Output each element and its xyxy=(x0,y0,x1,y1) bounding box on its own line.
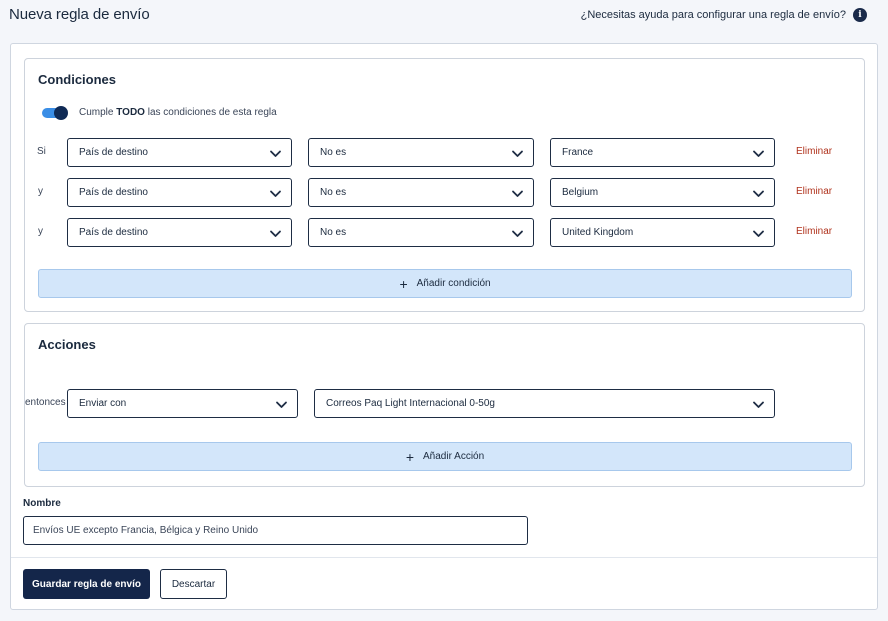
condition-row: y País de destino No es United Kingdom E… xyxy=(25,218,864,247)
discard-button[interactable]: Descartar xyxy=(160,569,227,599)
match-all-row: Cumple TODO las condiciones de esta regl… xyxy=(42,105,277,120)
condition-row: Si País de destino No es France Eliminar xyxy=(25,138,864,167)
condition-field-select[interactable]: País de destino xyxy=(67,218,292,247)
match-all-toggle[interactable] xyxy=(42,105,68,120)
chevron-down-icon xyxy=(753,150,764,157)
footer-divider xyxy=(11,557,877,558)
condition-connector: y xyxy=(38,226,43,237)
help-area: ¿Necesitas ayuda para configurar una reg… xyxy=(581,8,867,22)
add-action-label: Añadir Acción xyxy=(423,451,485,462)
chevron-down-icon xyxy=(276,401,287,408)
action-connector: entonces xyxy=(25,397,66,408)
chevron-down-icon xyxy=(753,401,764,408)
chevron-down-icon xyxy=(270,150,281,157)
condition-row: y País de destino No es Belgium Eliminar xyxy=(25,178,864,207)
delete-condition-link[interactable]: Eliminar xyxy=(796,146,832,157)
toggle-knob xyxy=(54,105,68,120)
condition-connector: Si xyxy=(37,146,46,157)
actions-section: Acciones entonces Enviar con Correos Paq… xyxy=(24,323,865,487)
condition-operator-select[interactable]: No es xyxy=(308,218,534,247)
condition-value-select[interactable]: Belgium xyxy=(550,178,775,207)
help-link[interactable]: ¿Necesitas ayuda para configurar una reg… xyxy=(581,9,846,21)
chevron-down-icon xyxy=(753,230,764,237)
match-all-label: Cumple TODO las condiciones de esta regl… xyxy=(79,107,277,118)
add-condition-label: Añadir condición xyxy=(416,278,491,289)
condition-connector: y xyxy=(38,186,43,197)
chevron-down-icon xyxy=(512,230,523,237)
page-title: Nueva regla de envío xyxy=(9,6,150,23)
condition-field-select[interactable]: País de destino xyxy=(67,178,292,207)
chevron-down-icon xyxy=(270,190,281,197)
condition-value-select[interactable]: France xyxy=(550,138,775,167)
condition-operator-select[interactable]: No es xyxy=(308,138,534,167)
rule-name-label: Nombre xyxy=(23,498,61,509)
shipping-service-select[interactable]: Correos Paq Light Internacional 0-50g xyxy=(314,389,775,418)
delete-condition-link[interactable]: Eliminar xyxy=(796,226,832,237)
rule-name-input[interactable] xyxy=(23,516,528,545)
save-rule-button[interactable]: Guardar regla de envío xyxy=(23,569,150,599)
chevron-down-icon xyxy=(753,190,764,197)
condition-operator-select[interactable]: No es xyxy=(308,178,534,207)
plus-icon: + xyxy=(405,448,415,465)
conditions-title: Condiciones xyxy=(38,72,117,87)
plus-icon: + xyxy=(399,275,408,292)
condition-field-select[interactable]: País de destino xyxy=(67,138,292,167)
add-condition-button[interactable]: + Añadir condición xyxy=(38,269,852,298)
add-action-button[interactable]: + Añadir Acción xyxy=(38,442,852,471)
info-icon[interactable]: i xyxy=(853,8,867,22)
chevron-down-icon xyxy=(512,150,523,157)
condition-value-select[interactable]: United Kingdom xyxy=(550,218,775,247)
rule-form-card: Condiciones Cumple TODO las condiciones … xyxy=(10,43,878,610)
action-type-select[interactable]: Enviar con xyxy=(67,389,298,418)
delete-condition-link[interactable]: Eliminar xyxy=(796,186,832,197)
chevron-down-icon xyxy=(512,190,523,197)
conditions-section: Condiciones Cumple TODO las condiciones … xyxy=(24,58,865,312)
action-row: entonces Enviar con Correos Paq Light In… xyxy=(25,389,864,418)
actions-title: Acciones xyxy=(38,337,96,352)
chevron-down-icon xyxy=(270,230,281,237)
